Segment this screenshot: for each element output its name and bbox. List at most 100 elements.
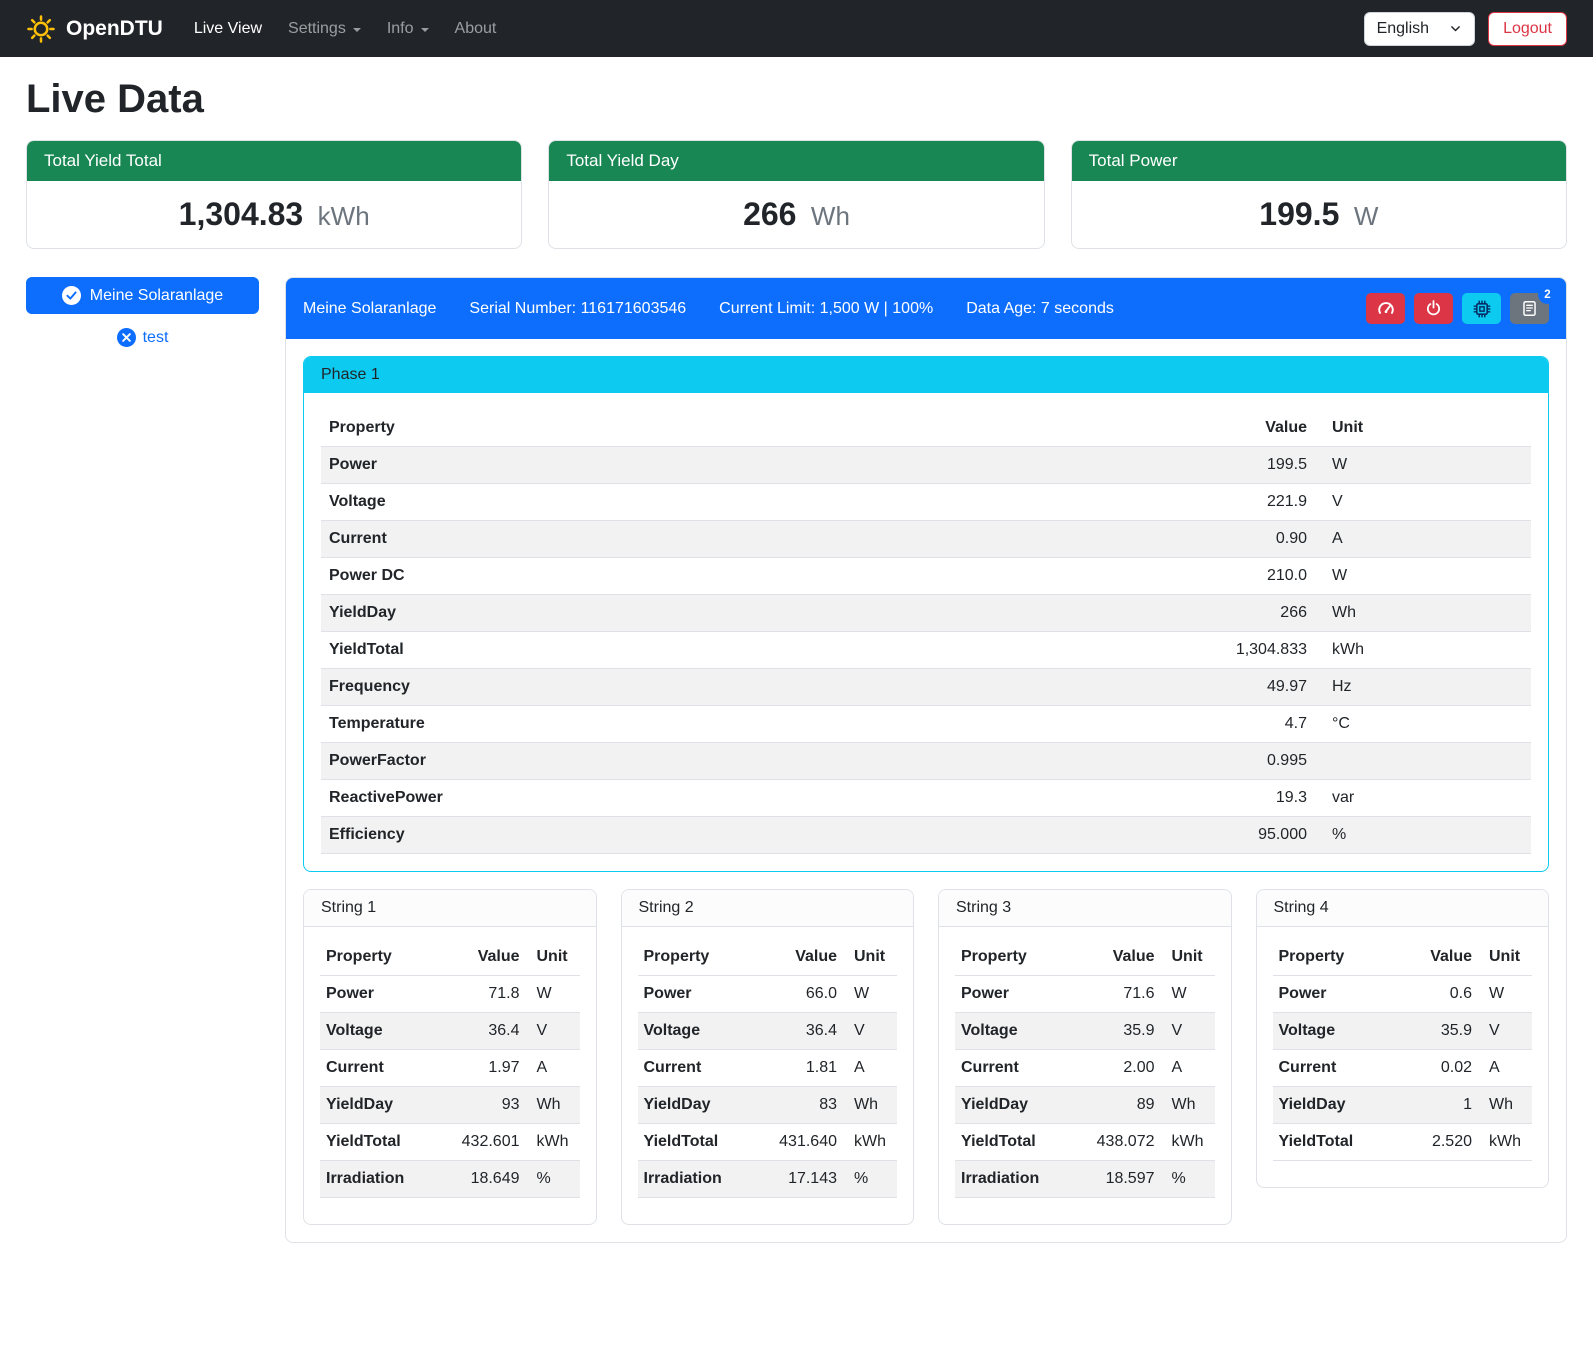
value-cell: 93 [436, 1087, 526, 1124]
table-row: Temperature4.7°C [321, 706, 1531, 743]
inverter-current-limit: Current Limit: 1,500 W | 100% [719, 300, 933, 318]
table-row: Power71.6W [955, 976, 1215, 1013]
table-header-row: Property Value Unit [321, 410, 1531, 447]
device-info-button[interactable] [1462, 293, 1501, 324]
table-header-row: Property Value Unit [955, 939, 1215, 976]
value-column-header: Value [1163, 410, 1315, 447]
property-cell: YieldTotal [320, 1124, 436, 1161]
unit-cell [1315, 743, 1531, 780]
value-cell: 266 [1163, 595, 1315, 632]
table-row: Power DC210.0W [321, 558, 1531, 595]
property-cell: Temperature [321, 706, 1163, 743]
property-cell: Current [321, 521, 1163, 558]
summary-cards: Total Yield Total 1,304.83 kWh Total Yie… [26, 140, 1567, 249]
nav-item-label: Info [387, 20, 414, 38]
property-cell: YieldDay [1273, 1087, 1389, 1124]
value-cell: 95.000 [1163, 817, 1315, 854]
unit-cell: kWh [526, 1124, 580, 1161]
inverter-name: Meine Solaranlage [303, 300, 436, 318]
summary-value: 199.5 [1259, 196, 1339, 232]
brand-link[interactable]: OpenDTU [26, 14, 163, 44]
value-cell: 35.9 [1071, 1013, 1161, 1050]
inverter-select-button[interactable]: Meine Solaranlage [26, 277, 259, 314]
unit-cell: Wh [843, 1087, 897, 1124]
property-cell: Frequency [321, 669, 1163, 706]
property-cell: ReactivePower [321, 780, 1163, 817]
value-cell: 210.0 [1163, 558, 1315, 595]
property-cell: YieldDay [320, 1087, 436, 1124]
language-select[interactable]: English [1364, 12, 1475, 46]
table-row: Current1.97A [320, 1050, 580, 1087]
string-card-title: String 4 [1257, 890, 1549, 927]
summary-card-body: 266 Wh [549, 181, 1043, 248]
unit-column-header: Unit [526, 939, 580, 976]
unit-cell: kWh [843, 1124, 897, 1161]
summary-card-title: Total Power [1072, 141, 1566, 181]
table-row: Current0.90A [321, 521, 1531, 558]
event-log-button[interactable]: 2 [1510, 293, 1549, 324]
string-3-card: String 3 Property Value Unit [938, 889, 1232, 1225]
table-row: YieldDay266Wh [321, 595, 1531, 632]
inverter-data-age: Data Age: 7 seconds [966, 300, 1114, 318]
summary-value: 1,304.83 [179, 196, 304, 232]
limit-settings-button[interactable] [1366, 293, 1405, 324]
inverter-test-link[interactable]: test [26, 328, 259, 347]
value-cell: 4.7 [1163, 706, 1315, 743]
table-row: YieldDay83Wh [638, 1087, 898, 1124]
value-cell: 1,304.833 [1163, 632, 1315, 669]
logout-button[interactable]: Logout [1488, 12, 1567, 46]
table-row: Frequency49.97Hz [321, 669, 1531, 706]
value-cell: 0.02 [1388, 1050, 1478, 1087]
inverter-select-label: Meine Solaranlage [90, 287, 223, 305]
table-row: ReactivePower19.3var [321, 780, 1531, 817]
inverter-panel: Meine Solaranlage Serial Number: 1161716… [285, 277, 1567, 1243]
table-row: YieldDay1Wh [1273, 1087, 1533, 1124]
table-row: Power71.8W [320, 976, 580, 1013]
inverter-test-label: test [143, 329, 169, 347]
property-cell: YieldDay [321, 595, 1163, 632]
power-toggle-button[interactable] [1414, 293, 1453, 324]
value-cell: 35.9 [1388, 1013, 1478, 1050]
unit-cell: W [1478, 976, 1532, 1013]
table-row: Voltage221.9V [321, 484, 1531, 521]
page-title: Live Data [26, 77, 1567, 122]
string-card-title: String 1 [304, 890, 596, 927]
table-row: Current0.02A [1273, 1050, 1533, 1087]
table-row: Power199.5W [321, 447, 1531, 484]
summary-value: 266 [743, 196, 796, 232]
nav-item-about[interactable]: About [442, 12, 510, 46]
chevron-down-icon [421, 28, 429, 32]
string-card-body: Property Value Unit Power71.8WVoltage36.… [304, 927, 596, 1224]
value-cell: 0.90 [1163, 521, 1315, 558]
unit-cell: % [1161, 1161, 1215, 1198]
value-cell: 17.143 [753, 1161, 843, 1198]
string-1-card: String 1 Property Value Unit [303, 889, 597, 1225]
value-cell: 71.6 [1071, 976, 1161, 1013]
property-cell: Power [320, 976, 436, 1013]
value-cell: 2.520 [1388, 1124, 1478, 1161]
table-row: Current1.81A [638, 1050, 898, 1087]
nav-item-settings[interactable]: Settings [275, 12, 374, 46]
unit-cell: Wh [1315, 595, 1531, 632]
unit-cell: V [1161, 1013, 1215, 1050]
string-table: Property Value Unit Power66.0WVoltage36.… [638, 939, 898, 1198]
nav-item-live-view[interactable]: Live View [181, 12, 275, 46]
unit-column-header: Unit [1478, 939, 1532, 976]
value-cell: 71.8 [436, 976, 526, 1013]
cpu-icon [1473, 300, 1491, 318]
unit-cell: W [526, 976, 580, 1013]
unit-cell: W [843, 976, 897, 1013]
value-column-header: Value [1071, 939, 1161, 976]
table-row: Current2.00A [955, 1050, 1215, 1087]
nav-item-info[interactable]: Info [374, 12, 442, 46]
string-cards: String 1 Property Value Unit [303, 889, 1549, 1225]
property-cell: Power DC [321, 558, 1163, 595]
value-cell: 36.4 [753, 1013, 843, 1050]
unit-cell: kWh [1478, 1124, 1532, 1161]
property-cell: Voltage [638, 1013, 754, 1050]
property-cell: Power [638, 976, 754, 1013]
value-cell: 2.00 [1071, 1050, 1161, 1087]
brand-name: OpenDTU [66, 17, 163, 41]
main-nav: Live View Settings Info About [181, 12, 510, 46]
chevron-down-icon [353, 28, 361, 32]
